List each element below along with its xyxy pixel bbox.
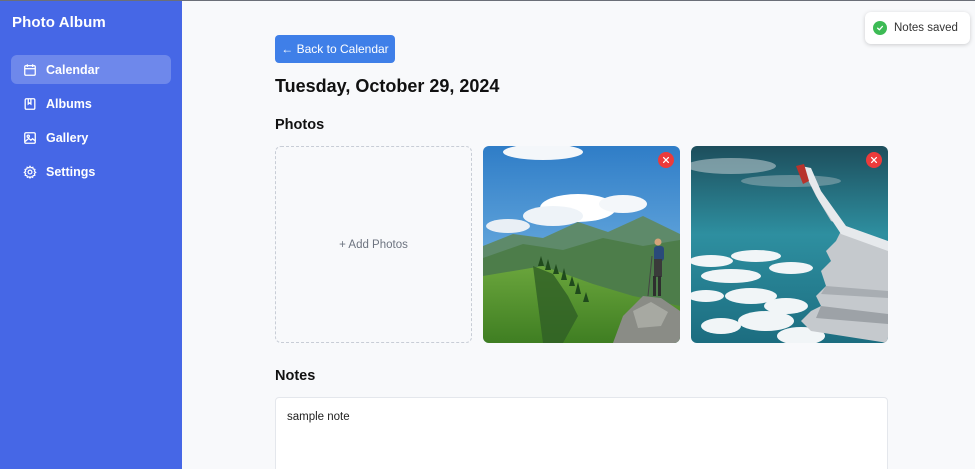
calendar-icon: [23, 63, 37, 77]
mountain-hiker-image: [483, 146, 680, 343]
app-title: Photo Album: [12, 14, 106, 31]
sidebar-item-calendar[interactable]: Calendar: [11, 55, 171, 84]
toast-notification: Notes saved: [865, 12, 970, 44]
sidebar-item-settings[interactable]: Settings: [11, 157, 171, 186]
gear-icon: [23, 164, 37, 179]
airplane-wing-image: [691, 146, 888, 343]
close-icon: [870, 156, 878, 164]
photo-thumbnail[interactable]: [483, 146, 680, 343]
sidebar-item-label: Albums: [46, 96, 92, 111]
add-photos-label: + Add Photos: [339, 238, 408, 251]
sidebar-item-albums[interactable]: Albums: [11, 89, 171, 118]
close-icon: [662, 156, 670, 164]
album-icon: [23, 97, 37, 111]
remove-photo-button[interactable]: [658, 152, 674, 168]
sidebar-item-gallery[interactable]: Gallery: [11, 123, 171, 152]
sidebar-item-label: Calendar: [46, 62, 100, 77]
remove-photo-button[interactable]: [866, 152, 882, 168]
photos-heading: Photos: [275, 117, 325, 133]
sidebar-item-label: Gallery: [46, 130, 89, 145]
check-circle-icon: [873, 21, 887, 35]
window-top-border: [0, 0, 975, 1]
back-to-calendar-button[interactable]: ← Back to Calendar: [275, 35, 395, 63]
notes-textarea[interactable]: sample note: [275, 397, 888, 469]
sidebar: Photo Album Calendar Albums Gallery Sett…: [0, 0, 182, 469]
image-icon: [23, 131, 37, 145]
page-title: Tuesday, October 29, 2024: [275, 76, 500, 96]
notes-heading: Notes: [275, 368, 316, 384]
photo-thumbnail[interactable]: [691, 146, 888, 343]
toast-text: Notes saved: [894, 22, 958, 34]
sidebar-item-label: Settings: [46, 164, 96, 179]
add-photos-button[interactable]: + Add Photos: [275, 146, 472, 343]
